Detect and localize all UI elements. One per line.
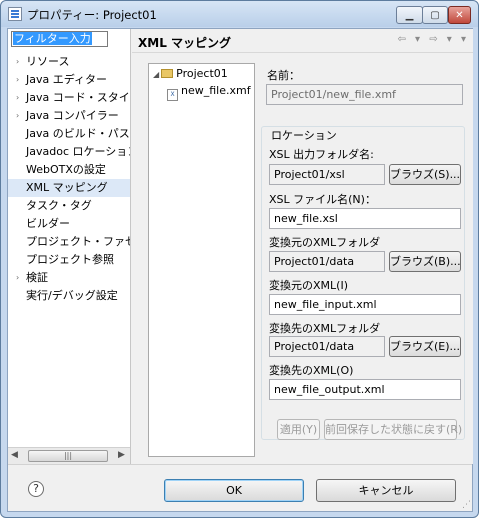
xsl-file-input[interactable]: new_file.xsl xyxy=(269,208,461,229)
src-folder-field: Project01/data xyxy=(269,251,385,272)
nav-item-label: Java エディター xyxy=(26,73,107,86)
nav-item[interactable]: タスク・タグ xyxy=(8,197,130,215)
nav-item-label: タスク・タグ xyxy=(26,199,92,212)
title-bar: プロパティー: Project01 ▁ ▢ ✕ xyxy=(1,1,478,27)
nav-item-label: プロジェクト・ファセット xyxy=(26,235,130,248)
nav-item-label: Java コード・スタイル xyxy=(26,91,130,104)
tree-item-file[interactable]: Xnew_file.xmf xyxy=(167,83,251,101)
xsl-folder-label: XSL 出力フォルダ名: xyxy=(269,148,374,161)
nav-item[interactable]: XML マッピング xyxy=(8,179,130,197)
browse-dst-folder-button[interactable]: ブラウズ(E)... xyxy=(389,336,461,357)
nav-item-label: WebOTXの設定 xyxy=(26,163,106,176)
src-xml-input[interactable]: new_file_input.xml xyxy=(269,294,461,315)
dialog-client-area: フィルター入力 › リソース › Java エディター › Java コード・スタイル › J… xyxy=(7,28,473,512)
expand-icon[interactable]: › xyxy=(16,89,19,107)
mapping-file-tree: ◢ Project01 Xnew_file.xmf xyxy=(148,63,255,457)
scroll-left-icon[interactable]: ◀ xyxy=(11,450,18,460)
close-button[interactable]: ✕ xyxy=(448,6,471,24)
nav-horizontal-scrollbar[interactable]: ◀ ||| ▶ xyxy=(8,447,130,464)
nav-item-label: プロジェクト参照 xyxy=(26,253,114,266)
location-label: ロケーション xyxy=(271,129,337,142)
src-folder-label: 変換元のXMLフォルダ xyxy=(269,236,381,249)
browse-xsl-folder-button[interactable]: ブラウズ(S)... xyxy=(389,164,461,185)
scroll-right-icon[interactable]: ▶ xyxy=(118,450,125,460)
ok-button[interactable]: OK xyxy=(164,479,304,502)
cancel-button[interactable]: キャンセル xyxy=(316,479,456,502)
dst-folder-label: 変換先のXMLフォルダ xyxy=(269,322,381,335)
window-title: プロパティー: Project01 xyxy=(27,8,157,22)
apply-button[interactable]: 適用(Y) xyxy=(277,419,320,440)
nav-list: › リソース › Java エディター › Java コード・スタイル › Java コンパイ… xyxy=(8,53,130,305)
src-xml-label: 変換元のXML(I) xyxy=(269,279,348,292)
nav-item[interactable]: › Java コンパイラー xyxy=(8,107,130,125)
nav-item[interactable]: › リソース xyxy=(8,53,130,71)
nav-item-label: ビルダー xyxy=(26,217,70,230)
help-icon[interactable]: ? xyxy=(28,481,44,497)
history-nav-arrows[interactable]: ⇦ ▾ ⇨ ▾ ▾ xyxy=(397,34,469,45)
minimize-button[interactable]: ▁ xyxy=(396,6,423,24)
xmf-file-icon: X xyxy=(167,89,178,101)
dst-xml-input[interactable]: new_file_output.xml xyxy=(269,379,461,400)
collapse-icon[interactable]: ◢ xyxy=(153,70,159,79)
nav-item-label: リソース xyxy=(26,55,70,68)
expand-icon[interactable]: › xyxy=(16,107,19,125)
properties-icon xyxy=(8,7,22,21)
name-label: 名前： xyxy=(267,69,300,82)
tree-item-project[interactable]: ◢ Project01 xyxy=(153,66,228,82)
nav-item[interactable]: 実行/デバッグ設定 xyxy=(8,287,130,305)
nav-panel: フィルター入力 › リソース › Java エディター › Java コード・スタイル › J… xyxy=(8,29,131,464)
nav-item[interactable]: ビルダー xyxy=(8,215,130,233)
browse-src-folder-button[interactable]: ブラウズ(B)... xyxy=(389,251,461,272)
expand-icon[interactable]: › xyxy=(16,269,19,287)
xsl-folder-field: Project01/xsl xyxy=(269,164,385,185)
close-icon: ✕ xyxy=(455,9,464,21)
scroll-thumb[interactable]: ||| xyxy=(28,450,108,462)
maximize-icon: ▢ xyxy=(430,9,440,21)
resize-grip-icon[interactable]: ⋰ xyxy=(462,500,471,510)
nav-item[interactable]: Javadoc ロケーション xyxy=(8,143,130,161)
nav-item-label: XML マッピング xyxy=(26,181,108,194)
name-field: Project01/new_file.xmf xyxy=(266,84,463,105)
xml-mapping-panel: XML マッピング ⇦ ▾ ⇨ ▾ ▾ ◢ Project01 Xnew_file… xyxy=(132,29,473,464)
nav-item-label: Java のビルド・パス xyxy=(26,127,130,140)
nav-item-label: 実行/デバッグ設定 xyxy=(26,289,118,302)
dst-xml-label: 変換先のXML(O) xyxy=(269,364,354,377)
nav-item[interactable]: › Java コード・スタイル xyxy=(8,89,130,107)
nav-item-label: Javadoc ロケーション xyxy=(26,145,130,158)
minimize-icon: ▁ xyxy=(405,9,414,21)
filter-input[interactable]: フィルター入力 xyxy=(11,31,108,47)
restore-defaults-button[interactable]: 前回保存した状態に戻す(R) xyxy=(324,419,462,440)
expand-icon[interactable]: › xyxy=(16,71,19,89)
nav-item[interactable]: › Java エディター xyxy=(8,71,130,89)
button-bar: ? OK キャンセル ⋰ xyxy=(8,464,472,511)
project-folder-icon xyxy=(161,69,174,78)
nav-item[interactable]: › 検証 xyxy=(8,269,130,287)
nav-item-label: Java コンパイラー xyxy=(26,109,119,122)
panel-header: XML マッピング ⇦ ▾ ⇨ ▾ ▾ xyxy=(132,29,473,53)
nav-item[interactable]: WebOTXの設定 xyxy=(8,161,130,179)
dst-folder-field: Project01/data xyxy=(269,336,385,357)
nav-item[interactable]: Java のビルド・パス xyxy=(8,125,130,143)
panel-title: XML マッピング xyxy=(138,36,232,50)
nav-item[interactable]: プロジェクト・ファセット xyxy=(8,233,130,251)
properties-dialog: プロパティー: Project01 ▁ ▢ ✕ フィルター入力 › リソース › Ja… xyxy=(0,0,479,518)
nav-item[interactable]: プロジェクト参照 xyxy=(8,251,130,269)
nav-item-label: 検証 xyxy=(26,271,48,284)
xsl-file-label: XSL ファイル名(N)： xyxy=(269,193,376,206)
maximize-button[interactable]: ▢ xyxy=(422,6,448,24)
expand-icon[interactable]: › xyxy=(16,53,19,71)
